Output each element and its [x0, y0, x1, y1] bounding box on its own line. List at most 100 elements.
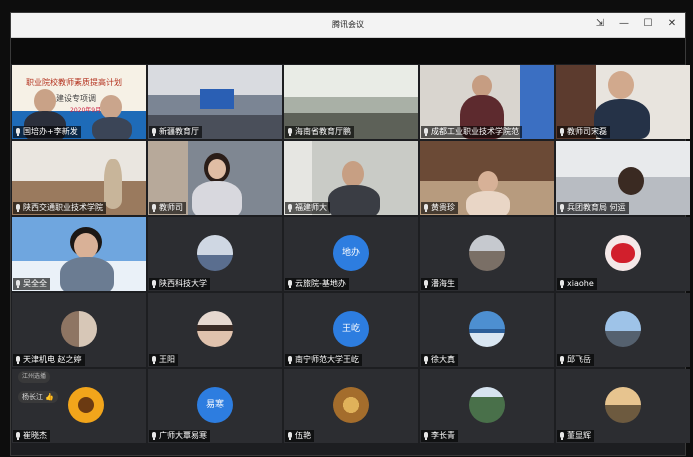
video-tile-7[interactable]: 教师司	[148, 141, 282, 215]
mic-icon	[151, 204, 157, 212]
participant-name: 徐大真	[421, 354, 458, 366]
top-toolbar	[11, 38, 685, 64]
avatar-tile-22[interactable]: 易寒 广师大覃易寒	[148, 369, 282, 443]
participant-avatar	[469, 235, 505, 271]
mic-icon	[423, 128, 429, 136]
participant-name: 广师大覃易寒	[149, 430, 210, 442]
participant-name: 新疆教育厅	[149, 126, 202, 138]
participant-avatar	[469, 311, 505, 347]
participant-name: 黄贵珍	[421, 202, 458, 214]
video-tile-8[interactable]: 福建师大	[284, 141, 418, 215]
mic-icon	[15, 128, 21, 136]
participant-name: 天津机电 赵之婷	[13, 354, 85, 366]
mic-icon	[151, 432, 157, 440]
mic-icon	[559, 356, 565, 364]
close-icon[interactable]: ✕	[665, 17, 679, 31]
avatar-tile-18[interactable]: 王屹 南宁师范大学王屹	[284, 293, 418, 367]
mic-icon	[423, 432, 429, 440]
participant-name: 教师司宋磊	[557, 126, 610, 138]
participant-name: 教师司	[149, 202, 186, 214]
participant-avatar	[605, 387, 641, 423]
mic-icon	[151, 356, 157, 364]
mic-icon	[287, 432, 293, 440]
title-bar: 腾讯会议 ⇲ — ☐ ✕	[11, 13, 685, 38]
mic-icon	[15, 356, 21, 364]
participant-name: 福建师大	[285, 202, 330, 214]
participant-name: 潘海生	[421, 278, 458, 290]
mic-icon	[15, 204, 21, 212]
overlay-tip: 江州选播	[18, 371, 51, 383]
video-tile-10[interactable]: 兵团教育局 何运	[556, 141, 690, 215]
participant-name: 海南省教育厅鹏	[285, 126, 354, 138]
participant-name: 云旅院-基地办	[285, 278, 349, 290]
video-tile-3[interactable]: 海南省教育厅鹏	[284, 65, 418, 139]
participant-name: 吴全全	[13, 278, 50, 290]
participant-avatar	[197, 235, 233, 271]
video-tile-1[interactable]: 职业院校教师素质提高计划 建设专项调 2020年9月28日 国培办+李新发	[12, 65, 146, 139]
participant-avatar: 王屹	[333, 311, 369, 347]
participant-name: xiaohe	[557, 278, 597, 290]
avatar-tile-17[interactable]: 王阳	[148, 293, 282, 367]
participant-name: 伍艳	[285, 430, 314, 442]
avatar-tile-15[interactable]: xiaohe	[556, 217, 690, 291]
avatar-tile-20[interactable]: 邱飞岳	[556, 293, 690, 367]
video-tile-6[interactable]: 陕西交通职业技术学院	[12, 141, 146, 215]
avatar-tile-14[interactable]: 潘海生	[420, 217, 554, 291]
participant-name: 邱飞岳	[557, 354, 594, 366]
video-tile-4[interactable]: 成都工业职业技术学院范	[420, 65, 554, 139]
participant-avatar	[333, 387, 369, 423]
maximize-icon[interactable]: ☐	[641, 17, 655, 31]
participant-name: 国培办+李新发	[13, 126, 81, 138]
participant-name: 王阳	[149, 354, 178, 366]
participant-name: 李长青	[421, 430, 458, 442]
mic-icon	[15, 432, 21, 440]
banner-subtitle: 建设专项调	[56, 94, 96, 103]
mic-icon	[287, 356, 293, 364]
video-tile-9[interactable]: 黄贵珍	[420, 141, 554, 215]
avatar-tile-12[interactable]: 陕西科技大学	[148, 217, 282, 291]
mic-icon	[151, 128, 157, 136]
participant-avatar: 易寒	[197, 387, 233, 423]
mic-icon	[151, 280, 157, 288]
participant-name: 陕西交通职业技术学院	[13, 202, 106, 214]
mic-icon	[559, 280, 565, 288]
window-title: 腾讯会议	[332, 20, 364, 29]
participant-name: 董显辉	[557, 430, 594, 442]
overlay-tip: 杨长江 👍	[18, 391, 58, 403]
pin-icon[interactable]: ⇲	[593, 17, 607, 31]
mic-icon	[559, 432, 565, 440]
participant-name: 兵团教育局 何运	[557, 202, 629, 214]
avatar-tile-21[interactable]: 江州选播 杨长江 👍 崔晓杰	[12, 369, 146, 443]
participant-avatar: 地办	[333, 235, 369, 271]
minimize-icon[interactable]: —	[617, 17, 631, 31]
meeting-window: 腾讯会议 ⇲ — ☐ ✕ 职业院校教师素质提高计划 建设专项调 2020年9月2…	[10, 12, 690, 456]
mic-icon	[559, 128, 565, 136]
video-tile-11[interactable]: 吴全全	[12, 217, 146, 291]
avatar-tile-23[interactable]: 伍艳	[284, 369, 418, 443]
participant-avatar	[469, 387, 505, 423]
participant-grid: 职业院校教师素质提高计划 建设专项调 2020年9月28日 国培办+李新发 新疆…	[12, 65, 690, 443]
avatar-tile-16[interactable]: 天津机电 赵之婷	[12, 293, 146, 367]
mic-icon	[559, 204, 565, 212]
banner-title: 职业院校教师素质提高计划	[26, 78, 122, 87]
participant-avatar	[68, 387, 104, 423]
avatar-tile-13[interactable]: 地办 云旅院-基地办	[284, 217, 418, 291]
mic-icon	[423, 280, 429, 288]
participant-name: 南宁师范大学王屹	[285, 354, 362, 366]
participant-name: 陕西科技大学	[149, 278, 210, 290]
avatar-tile-24[interactable]: 李长青	[420, 369, 554, 443]
mic-icon	[423, 204, 429, 212]
mic-icon	[287, 128, 293, 136]
participant-avatar	[605, 311, 641, 347]
avatar-tile-19[interactable]: 徐大真	[420, 293, 554, 367]
video-tile-5[interactable]: 教师司宋磊	[556, 65, 690, 139]
mic-icon	[15, 280, 21, 288]
mic-icon	[287, 204, 293, 212]
video-tile-2[interactable]: 新疆教育厅	[148, 65, 282, 139]
participant-name: 崔晓杰	[13, 430, 50, 442]
participant-name: 成都工业职业技术学院范	[421, 126, 522, 138]
participant-avatar	[61, 311, 97, 347]
participant-avatar	[197, 311, 233, 347]
participant-avatar	[605, 235, 641, 271]
avatar-tile-25[interactable]: 董显辉	[556, 369, 690, 443]
